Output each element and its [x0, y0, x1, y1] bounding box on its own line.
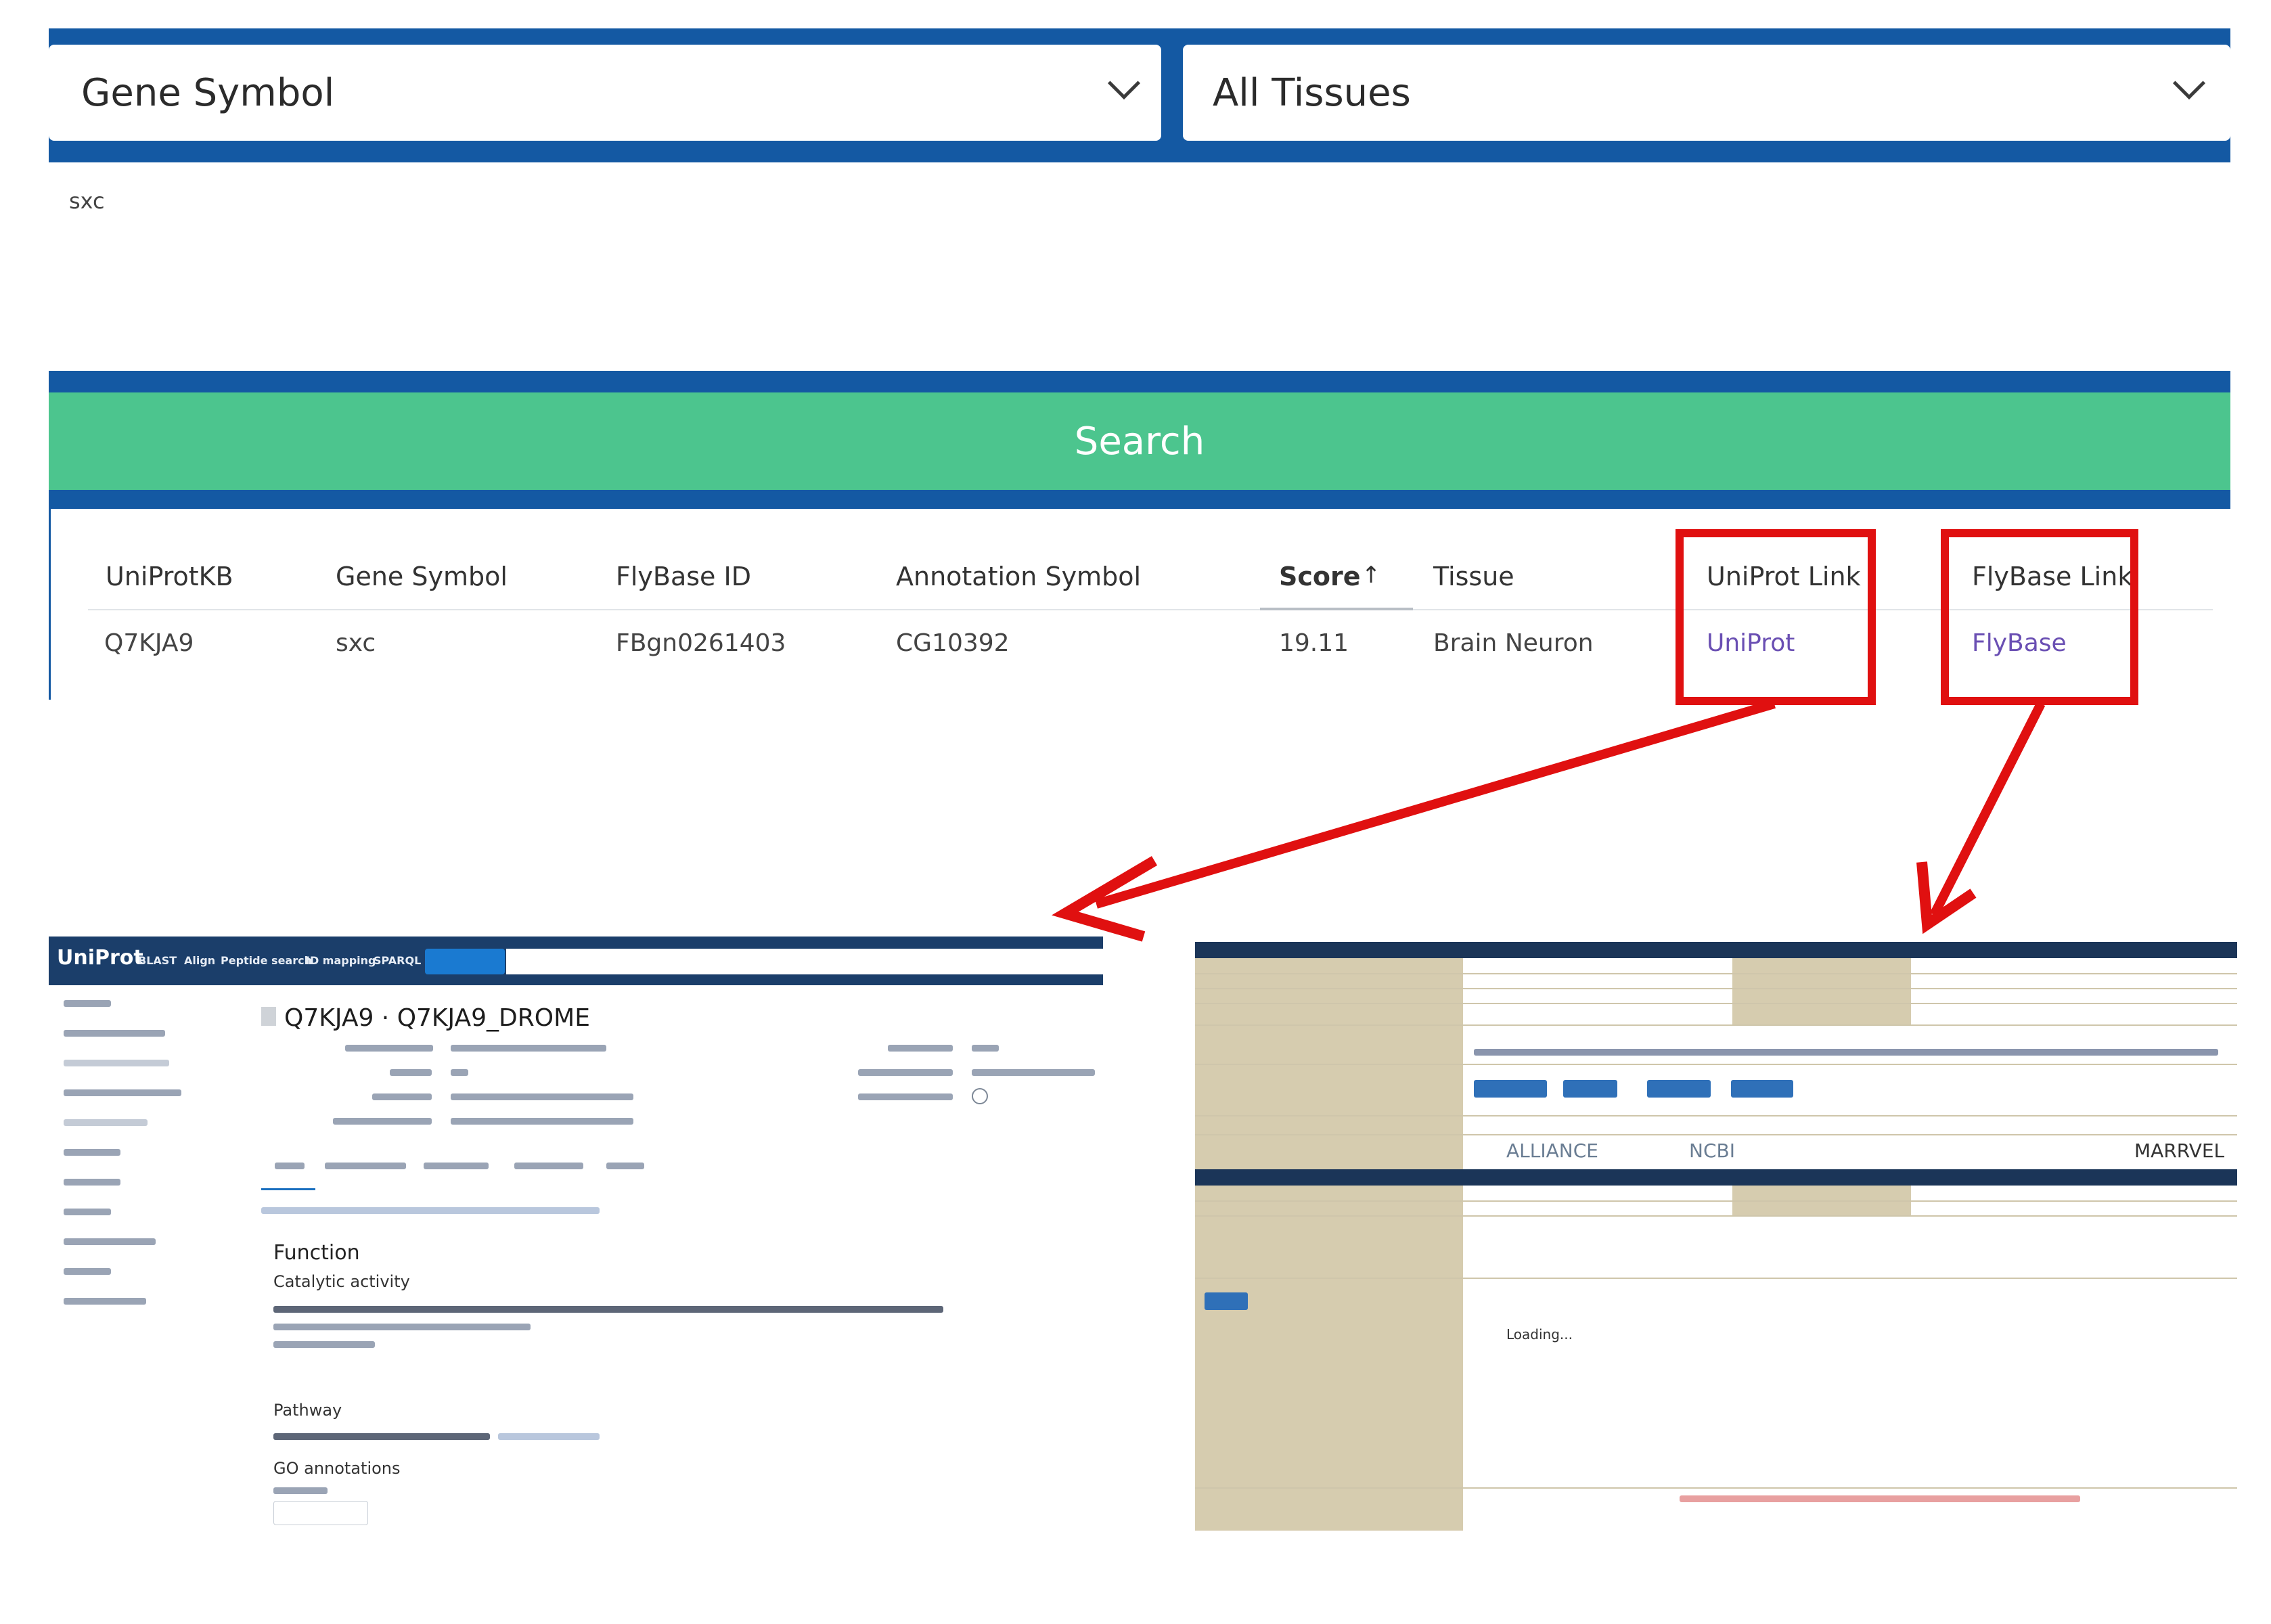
alliance-logo[interactable]: ALLIANCE [1506, 1140, 1598, 1162]
fb-button[interactable] [1647, 1080, 1711, 1098]
summary-line [972, 1045, 999, 1052]
row-divider [1195, 1024, 2237, 1026]
label-column [1732, 958, 1911, 1024]
row-divider [1195, 1215, 2237, 1217]
sidebar-item[interactable] [64, 1149, 120, 1156]
uniprot-logo: UniProt [57, 946, 143, 970]
row-divider [1195, 1003, 2237, 1004]
tab-history[interactable] [606, 1163, 644, 1169]
nav-sparql[interactable]: SPARQL [374, 954, 421, 967]
summary-line [451, 1118, 633, 1125]
section-catalytic-activity: Catalytic activity [273, 1272, 410, 1291]
go-filter-select[interactable] [273, 1501, 368, 1525]
sidebar-item[interactable] [64, 1298, 146, 1305]
summary-line [858, 1093, 953, 1100]
arrow-to-flybase [1929, 701, 2046, 918]
flybase-preview: ALLIANCE NCBI MARRVEL Loading... [1195, 942, 2237, 1531]
fb-button[interactable] [1563, 1080, 1617, 1098]
tab-publications[interactable] [424, 1163, 489, 1169]
summary-line [1474, 1049, 2218, 1056]
row-divider [1195, 973, 2237, 974]
nav-peptide-search[interactable]: Peptide search [221, 954, 312, 967]
loading-text: Loading... [1506, 1326, 1573, 1343]
notice-text [1680, 1495, 2080, 1502]
catalytic-text [273, 1324, 531, 1330]
summary-line [972, 1069, 1095, 1076]
catalytic-text [273, 1341, 375, 1348]
summary-line [390, 1069, 432, 1076]
pathway-tag [498, 1433, 600, 1440]
arrow-to-uniprot [1095, 699, 1776, 909]
entry-doc-icon [261, 1007, 276, 1026]
tab-feature-viewer[interactable] [325, 1163, 406, 1169]
uniprot-entry-title: Q7KJA9 · Q7KJA9_DROME [284, 1004, 590, 1032]
fb-button[interactable] [1731, 1080, 1793, 1098]
sidebar-item[interactable] [64, 1060, 169, 1066]
nav-align[interactable]: Align [184, 954, 215, 967]
general-info-bar [1195, 942, 2237, 958]
go-text [273, 1487, 328, 1494]
row-divider [1195, 988, 2237, 989]
sidebar-item[interactable] [64, 1000, 111, 1007]
pathway-text [273, 1433, 490, 1440]
sidebar-item[interactable] [64, 1030, 165, 1037]
fb-button[interactable] [1474, 1080, 1547, 1098]
summary-line [372, 1093, 432, 1100]
toolbar-links[interactable] [261, 1207, 600, 1214]
section-pathway: Pathway [273, 1401, 342, 1420]
row-divider [1195, 1278, 2237, 1279]
uniprot-search-input[interactable] [506, 949, 1103, 974]
summary-line [345, 1045, 433, 1052]
summary-line [451, 1093, 633, 1100]
sidebar-item[interactable] [64, 1268, 111, 1275]
uniprot-sidebar [49, 985, 258, 1532]
database-select[interactable] [425, 949, 505, 974]
summary-line [858, 1069, 953, 1076]
fb-button[interactable] [1205, 1292, 1248, 1310]
sidebar-item[interactable] [64, 1179, 120, 1186]
uniprot-preview: UniProt BLAST Align Peptide search ID ma… [49, 937, 1103, 1532]
section-go-annotations: GO annotations [273, 1459, 401, 1478]
tab-external-links[interactable] [514, 1163, 583, 1169]
label-column [1195, 1186, 1463, 1531]
genomic-location-bar [1195, 1169, 2237, 1186]
nav-blast[interactable]: BLAST [138, 954, 177, 967]
row-divider [1195, 1487, 2237, 1489]
sidebar-item[interactable] [64, 1089, 181, 1096]
tab-underline [261, 1188, 315, 1190]
annotation-score-icon [972, 1088, 988, 1104]
sidebar-item[interactable] [64, 1119, 148, 1126]
summary-line [333, 1118, 432, 1125]
row-divider [1195, 1064, 2237, 1065]
summary-line [888, 1045, 953, 1052]
row-divider [1195, 1200, 2237, 1202]
uniprot-topbar: UniProt BLAST Align Peptide search ID ma… [49, 937, 1103, 985]
summary-line [451, 1045, 606, 1052]
marrvel-logo[interactable]: MARRVEL [2134, 1140, 2224, 1162]
nav-id-mapping[interactable]: ID mapping [306, 954, 376, 967]
ncbi-logo[interactable]: NCBI [1689, 1140, 1735, 1162]
summary-line [451, 1069, 468, 1076]
catalytic-text [273, 1306, 943, 1313]
tab-entry[interactable] [275, 1163, 305, 1169]
section-function: Function [273, 1241, 360, 1265]
row-divider [1195, 1115, 2237, 1116]
sidebar-item[interactable] [64, 1238, 156, 1245]
row-divider [1195, 1134, 2237, 1135]
sidebar-item[interactable] [64, 1209, 111, 1215]
